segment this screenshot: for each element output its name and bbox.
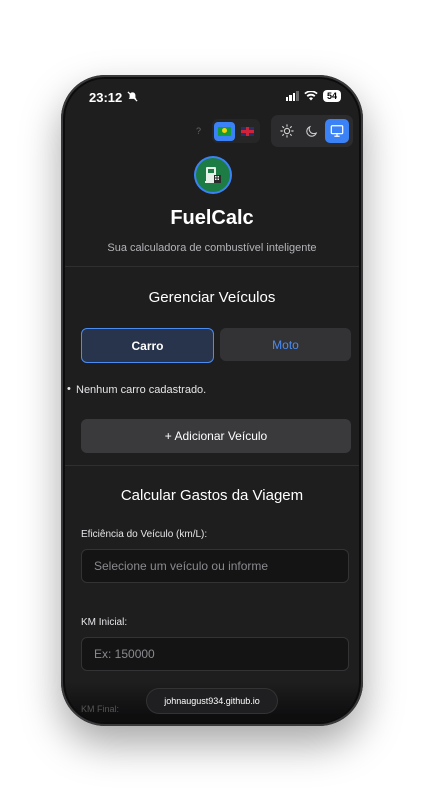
moon-icon [306,125,318,137]
fuel-pump-logo-icon [196,158,230,192]
help-icon[interactable]: ? [196,126,201,136]
add-vehicle-button[interactable]: + Adicionar Veículo [81,419,351,453]
efficiency-input[interactable]: Selecione um veículo ou informe [81,549,349,583]
empty-vehicles-message: Nenhum carro cadastrado. [76,384,207,396]
trip-section-title: Calcular Gastos da Viagem [120,487,304,504]
signal-icon [285,91,299,101]
vehicles-section-title: Gerenciar Veículos [148,289,276,306]
section-divider [65,266,359,267]
language-pt-br-button[interactable] [214,121,235,141]
wifi-icon [304,91,318,101]
theme-system-button[interactable] [325,119,350,143]
language-en-gb-button[interactable] [237,122,258,141]
efficiency-label: Eficiência do Veículo (km/L): [81,529,208,540]
vehicle-type-tabs: Carro Moto [81,328,351,363]
monitor-icon [331,125,344,137]
top-toolbar: ? [65,113,359,149]
browser-url-pill[interactable]: johnaugust934.github.io [147,689,277,713]
section-divider [65,465,359,466]
tab-carro[interactable]: Carro [81,328,214,363]
status-bar: 23:12 54 [65,79,359,113]
uk-flag-icon [241,126,254,136]
km-start-input[interactable]: Ex: 150000 [81,637,349,671]
list-bullet: • [67,383,71,395]
sun-icon [279,124,294,138]
language-switcher [212,119,260,143]
theme-switcher [271,115,353,147]
theme-dark-button[interactable] [300,119,324,143]
app-subtitle: Sua calculadora de combustível inteligen… [107,242,317,254]
app-title: FuelCalc [170,207,254,229]
brazil-flag-icon [218,126,231,136]
km-end-label: KM Final: [81,704,120,714]
status-indicators: 54 [285,90,341,102]
km-start-label: KM Inicial: [81,617,128,628]
phone-frame: 23:12 54 ? FuelCalc Sua calculadora de c… [61,75,363,726]
bell-muted-icon [127,91,138,105]
tab-moto[interactable]: Moto [220,328,351,361]
battery-icon: 54 [322,90,341,102]
theme-light-button[interactable] [275,119,299,143]
status-time: 23:12 [89,90,123,105]
app-screen: 23:12 54 ? FuelCalc Sua calculadora de c… [65,79,359,722]
